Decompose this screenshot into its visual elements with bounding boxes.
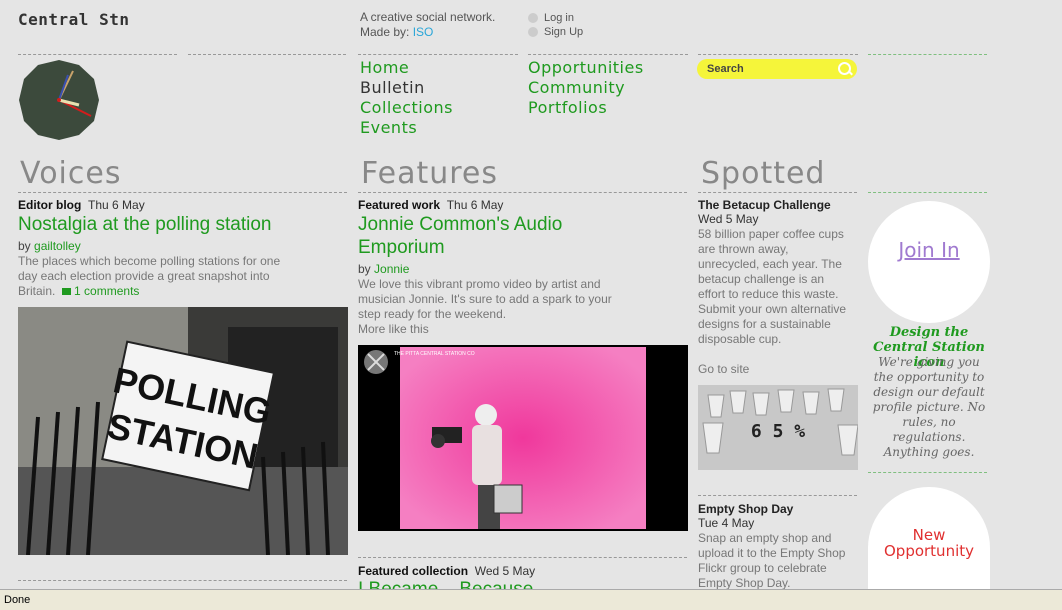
voices-byline: by gailtolley [18, 239, 81, 253]
auth-links: Log in Sign Up [528, 11, 583, 39]
comment-icon [61, 288, 71, 295]
search-icon[interactable] [838, 62, 851, 75]
features-meta: Featured work Thu 6 May [358, 198, 503, 212]
author-link[interactable]: gailtolley [34, 239, 81, 253]
divider [358, 192, 687, 193]
features-date: Thu 6 May [446, 198, 504, 212]
comments-link[interactable]: 1 comments [74, 284, 139, 298]
by-label: by [18, 239, 31, 253]
spotted-item1-body: 58 billion paper coffee cups are thrown … [698, 227, 847, 346]
signup-dot-icon [528, 27, 538, 37]
new-opportunity-button[interactable]: New Opportunity [868, 487, 990, 589]
divider [698, 54, 858, 55]
features-title[interactable]: Jonnie Common's Audio Emporium [358, 213, 562, 259]
divider [698, 192, 857, 193]
by-label: by [358, 262, 371, 276]
features-body: We love this vibrant promo video by arti… [358, 277, 612, 321]
features-title-line2: Emporium [358, 237, 445, 258]
divider [698, 495, 857, 496]
voices-body-text: The places which become polling stations… [18, 254, 281, 298]
site-logo[interactable]: Central Stn [18, 10, 129, 29]
nav-main: Home Bulletin Collections Events [360, 58, 453, 138]
divider [868, 472, 987, 473]
spotted-item1-title[interactable]: The Betacup Challenge [698, 198, 831, 212]
voices-body: The places which become polling stations… [18, 254, 298, 299]
voices-date: Thu 6 May [88, 198, 145, 212]
join-in-button[interactable]: Join In [868, 201, 990, 323]
spotted-item1-date: Wed 5 May [698, 212, 759, 226]
cups-image[interactable]: 6 5 % [698, 385, 858, 470]
nav-community[interactable]: Community [528, 78, 644, 98]
divider [868, 54, 987, 55]
search-placeholder: Search [707, 63, 744, 75]
clock-icon [19, 60, 99, 140]
features-heading: Features [361, 156, 498, 191]
voices-category[interactable]: Editor blog [18, 198, 81, 212]
made-by: Made by: ISO [360, 25, 495, 40]
spotted-item2-body: Snap an empty shop and upload it to the … [698, 531, 846, 589]
join-in-label: Join In [898, 238, 960, 262]
nav-secondary: Opportunities Community Portfolios [528, 58, 644, 118]
polling-station-image[interactable]: POLLING STATION [18, 307, 348, 555]
made-by-link[interactable]: ISO [413, 25, 434, 39]
author-link[interactable]: Jonnie [374, 262, 409, 276]
nav-events[interactable]: Events [360, 118, 453, 138]
features-category[interactable]: Featured work [358, 198, 440, 212]
collection-category[interactable]: Featured collection [358, 564, 468, 578]
spotted-item2-date: Tue 4 May [698, 516, 755, 530]
spotted-heading: Spotted [701, 156, 826, 191]
divider [358, 557, 687, 558]
tagline-text: A creative social network. [360, 10, 496, 24]
nav-opportunities[interactable]: Opportunities [528, 58, 644, 78]
nav-collections[interactable]: Collections [360, 98, 453, 118]
nav-bulletin[interactable]: Bulletin [360, 78, 453, 98]
status-text: Done [4, 594, 31, 606]
divider [18, 580, 347, 581]
made-by-label: Made by: [360, 25, 410, 39]
features-byline: by Jonnie [358, 262, 409, 276]
video-caption: THE PITTA CENTRAL STATION CO [394, 351, 475, 357]
promo-body: We're giving you the opportunity to desi… [872, 355, 986, 459]
divider [528, 54, 688, 55]
divider [188, 54, 346, 55]
search-input[interactable]: Search [697, 59, 857, 79]
voices-meta: Editor blog Thu 6 May [18, 198, 145, 212]
new-opportunity-label: New Opportunity [883, 526, 974, 560]
collection-date: Wed 5 May [474, 564, 536, 578]
nav-portfolios[interactable]: Portfolios [528, 98, 644, 118]
signup-link[interactable]: Sign Up [528, 25, 583, 39]
features-title-line1: Jonnie Common's Audio [358, 214, 563, 235]
more-like-this-link[interactable]: More like this [358, 322, 429, 337]
login-dot-icon [528, 13, 538, 23]
voices-title[interactable]: Nostalgia at the polling station [18, 213, 272, 236]
voices-heading: Voices [20, 156, 122, 191]
login-label: Log in [544, 12, 574, 24]
divider [18, 192, 347, 193]
cups-label: 6 5 % [751, 421, 805, 442]
spotted-item2-title[interactable]: Empty Shop Day [698, 502, 793, 516]
video-player[interactable]: THE PITTA CENTRAL STATION CO [358, 345, 688, 531]
nav-home[interactable]: Home [360, 58, 453, 78]
go-to-site-link[interactable]: Go to site [698, 362, 749, 377]
divider [358, 54, 518, 55]
signup-label: Sign Up [544, 26, 584, 38]
tagline: A creative social network. Made by: ISO [360, 10, 495, 40]
divider [868, 192, 987, 193]
collection-meta: Featured collection Wed 5 May [358, 564, 535, 578]
login-link[interactable]: Log in [528, 11, 583, 25]
status-bar: Done [0, 589, 1062, 610]
divider [18, 54, 177, 55]
